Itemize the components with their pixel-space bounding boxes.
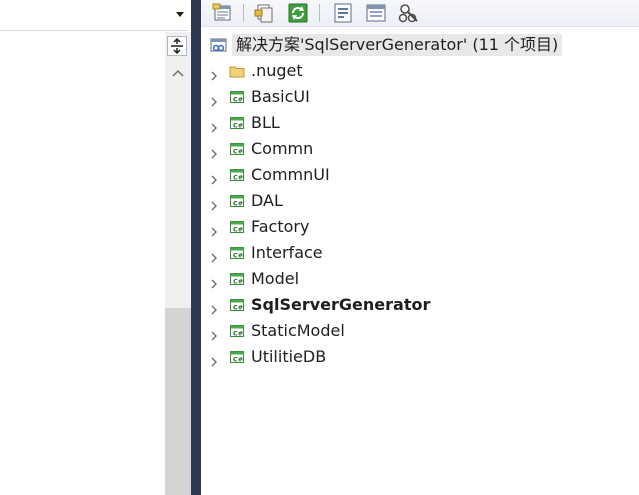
project-node[interactable]: C# Model <box>201 266 639 292</box>
csharp-project-icon: C# <box>229 297 245 313</box>
project-label: CommnUI <box>251 165 330 184</box>
project-node[interactable]: C# StaticModel <box>201 318 639 344</box>
chevron-right-icon[interactable] <box>209 196 219 211</box>
project-node[interactable]: C# Interface <box>201 240 639 266</box>
csharp-project-icon: C# <box>229 167 245 183</box>
csharp-project-icon: C# <box>229 245 245 261</box>
svg-text:C#: C# <box>233 122 243 130</box>
project-node[interactable]: C# CommnUI <box>201 162 639 188</box>
navigation-dropdown[interactable] <box>0 0 188 31</box>
project-node[interactable]: C# Factory <box>201 214 639 240</box>
project-node[interactable]: C# UtilitieDB <box>201 344 639 370</box>
csharp-project-icon: C# <box>229 115 245 131</box>
refresh-icon[interactable] <box>287 2 309 24</box>
project-label: StaticModel <box>251 321 345 340</box>
chevron-right-icon[interactable] <box>209 66 219 81</box>
project-label: Interface <box>251 243 323 262</box>
folder-icon <box>229 63 245 79</box>
view-code-icon[interactable] <box>332 2 354 24</box>
project-node[interactable]: .nuget <box>201 58 639 84</box>
svg-text:C#: C# <box>233 96 243 104</box>
project-node[interactable]: C# Commn <box>201 136 639 162</box>
project-label: BLL <box>251 113 280 132</box>
svg-text:C#: C# <box>233 304 243 312</box>
project-label: UtilitieDB <box>251 347 327 366</box>
csharp-project-icon: C# <box>229 219 245 235</box>
project-node[interactable]: C# DAL <box>201 188 639 214</box>
svg-text:C#: C# <box>233 174 243 182</box>
project-label: BasicUI <box>251 87 310 106</box>
project-label: .nuget <box>251 61 303 80</box>
csharp-project-icon: C# <box>229 349 245 365</box>
csharp-project-icon: C# <box>229 271 245 287</box>
csharp-project-icon: C# <box>229 89 245 105</box>
chevron-right-icon[interactable] <box>209 92 219 107</box>
chevron-right-icon[interactable] <box>209 248 219 263</box>
properties-icon[interactable] <box>212 2 234 24</box>
project-node[interactable]: C# SqlServerGenerator <box>201 292 639 318</box>
split-window-button[interactable] <box>167 36 187 56</box>
svg-text:C#: C# <box>233 356 243 364</box>
project-label: Factory <box>251 217 310 236</box>
chevron-down-icon[interactable] <box>176 12 184 17</box>
solution-icon <box>210 38 227 52</box>
svg-text:C#: C# <box>233 330 243 338</box>
chevron-right-icon[interactable] <box>209 300 219 315</box>
svg-text:C#: C# <box>233 252 243 260</box>
csharp-project-icon: C# <box>229 323 245 339</box>
show-all-files-icon[interactable] <box>253 2 275 24</box>
vertical-scrollbar[interactable] <box>165 32 191 495</box>
view-designer-icon[interactable] <box>365 2 387 24</box>
chevron-right-icon[interactable] <box>209 170 219 185</box>
toolbar-separator <box>243 4 244 22</box>
project-node[interactable]: C# BasicUI <box>201 84 639 110</box>
split-icon <box>171 37 183 55</box>
project-label: SqlServerGenerator <box>251 295 431 314</box>
csharp-project-icon: C# <box>229 193 245 209</box>
chevron-right-icon[interactable] <box>209 222 219 237</box>
chevron-right-icon[interactable] <box>209 144 219 159</box>
scroll-up-arrow-icon[interactable] <box>171 68 185 78</box>
toolbar-separator <box>319 4 320 22</box>
svg-text:C#: C# <box>233 200 243 208</box>
code-editor-pane <box>0 0 191 495</box>
solution-title: 解决方案'SqlServerGenerator' (11 个项目) <box>232 34 563 56</box>
chevron-right-icon[interactable] <box>209 352 219 367</box>
solution-explorer: 解决方案'SqlServerGenerator' (11 个项目) .nuget… <box>201 0 639 495</box>
class-view-icon[interactable] <box>397 2 419 24</box>
svg-text:C#: C# <box>233 148 243 156</box>
solution-explorer-toolbar <box>201 0 639 27</box>
project-node[interactable]: C# BLL <box>201 110 639 136</box>
pane-splitter[interactable] <box>191 0 201 495</box>
svg-text:C#: C# <box>233 278 243 286</box>
chevron-right-icon[interactable] <box>209 118 219 133</box>
solution-node[interactable]: 解决方案'SqlServerGenerator' (11 个项目) <box>208 32 639 58</box>
project-label: Model <box>251 269 300 288</box>
project-label: Commn <box>251 139 314 158</box>
project-label: DAL <box>251 191 283 210</box>
svg-text:C#: C# <box>233 226 243 234</box>
scrollbar-track[interactable] <box>165 308 191 495</box>
csharp-project-icon: C# <box>229 141 245 157</box>
chevron-right-icon[interactable] <box>209 274 219 289</box>
chevron-right-icon[interactable] <box>209 326 219 341</box>
